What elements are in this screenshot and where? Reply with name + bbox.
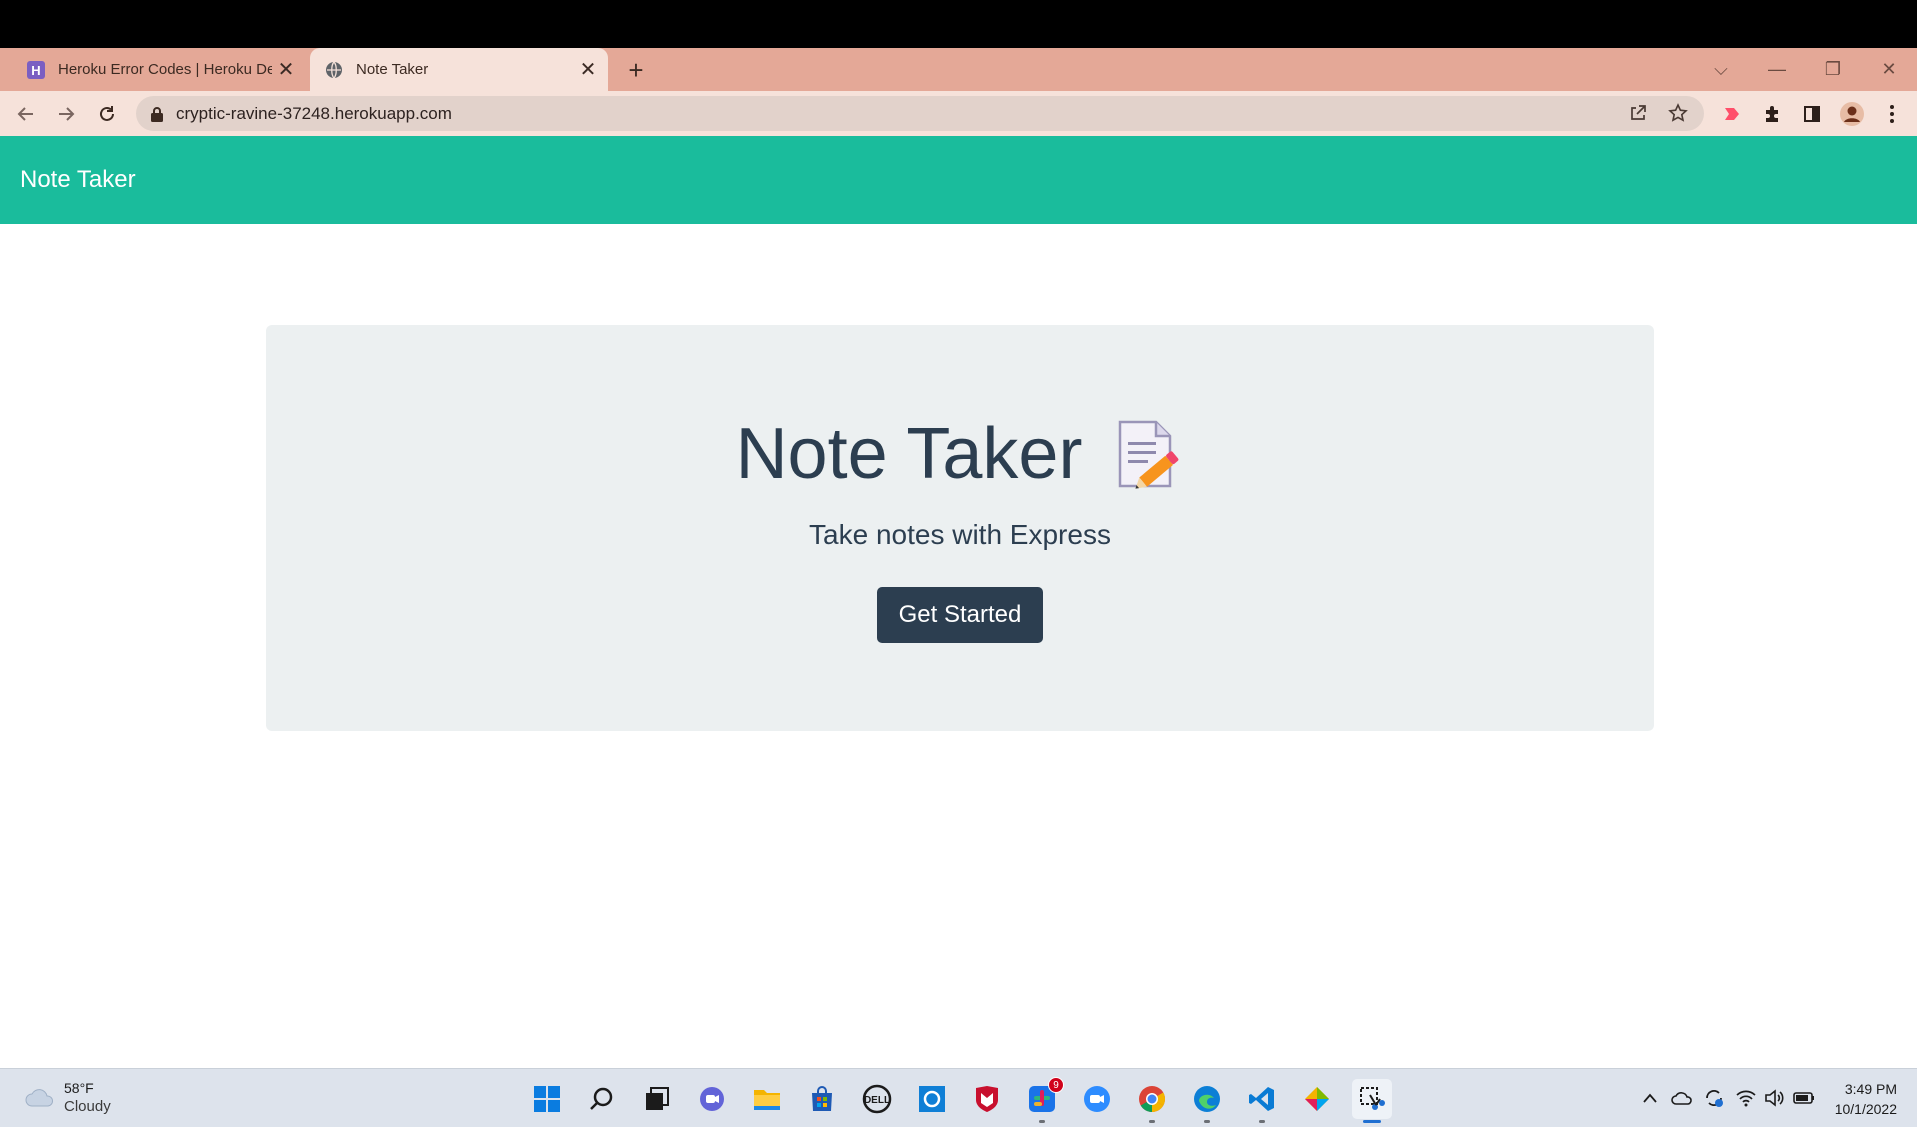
tab-strip: H Heroku Error Codes | Heroku Dev ✕ Note…	[0, 48, 1917, 91]
hero-title-row: Note Taker	[266, 413, 1654, 495]
hero-subtitle: Take notes with Express	[809, 519, 1111, 550]
tab-title: Heroku Error Codes | Heroku Dev	[58, 61, 272, 78]
globe-icon	[324, 60, 344, 80]
slack-icon[interactable]: 9	[1022, 1077, 1064, 1123]
clock-time: 3:49 PM	[1844, 1081, 1897, 1097]
svg-text:H: H	[31, 63, 40, 78]
onedrive-icon[interactable]	[1669, 1085, 1695, 1111]
mcafee-icon[interactable]	[967, 1079, 1007, 1119]
arrow-right-icon	[59, 107, 75, 121]
search-icon[interactable]	[582, 1079, 622, 1119]
battery-icon[interactable]	[1791, 1085, 1817, 1111]
task-view-icon[interactable]	[637, 1079, 677, 1119]
cortana-icon[interactable]	[912, 1079, 952, 1119]
app-navbar: Note Taker	[0, 136, 1917, 224]
system-clock[interactable]: 3:49 PM 10/1/2022	[1835, 1079, 1897, 1119]
extension-icon[interactable]	[1716, 98, 1748, 130]
tab-search-icon[interactable]: ⌵	[1693, 48, 1749, 91]
tab-note-taker[interactable]: Note Taker ✕	[310, 48, 608, 91]
file-explorer-icon[interactable]	[747, 1079, 787, 1119]
navbar-brand[interactable]: Note Taker	[20, 166, 136, 194]
chevron-up-icon[interactable]	[1637, 1085, 1663, 1111]
side-panel-icon[interactable]	[1796, 98, 1828, 130]
edge-icon[interactable]	[1187, 1079, 1227, 1123]
get-started-button[interactable]: Get Started	[876, 587, 1044, 643]
svg-text:DELL: DELL	[864, 1095, 890, 1106]
microsoft-store-icon[interactable]	[802, 1079, 842, 1119]
restore-button[interactable]: ❐	[1805, 48, 1861, 91]
close-tab-icon[interactable]: ✕	[272, 56, 300, 84]
windows-taskbar: 58°F Cloudy DELL 9 3:49 PM 10/1/2022	[0, 1068, 1917, 1127]
reload-button[interactable]	[91, 98, 123, 130]
zoom-icon[interactable]	[1077, 1079, 1117, 1119]
running-indicator	[1149, 1120, 1155, 1123]
dell-icon[interactable]: DELL	[857, 1079, 897, 1119]
url-text: cryptic-ravine-37248.herokuapp.com	[176, 103, 452, 123]
gitkraken-icon[interactable]	[1297, 1079, 1337, 1119]
more-menu-icon[interactable]	[1876, 98, 1908, 130]
weather-temp: 58°F	[64, 1080, 94, 1096]
minimize-button[interactable]: —	[1749, 48, 1805, 91]
profile-avatar-icon[interactable]	[1836, 98, 1868, 130]
close-window-button[interactable]: ✕	[1861, 48, 1917, 91]
back-button[interactable]	[10, 98, 42, 130]
active-indicator	[1363, 1120, 1381, 1123]
vscode-icon[interactable]	[1242, 1079, 1282, 1123]
close-tab-icon[interactable]: ✕	[574, 56, 602, 84]
notification-badge: 9	[1048, 1077, 1064, 1093]
browser-toolbar: cryptic-ravine-37248.herokuapp.com	[0, 91, 1917, 136]
teams-chat-icon[interactable]	[692, 1079, 732, 1119]
windows-start-icon[interactable]	[527, 1079, 567, 1119]
new-tab-button[interactable]: +	[620, 54, 652, 86]
weather-condition: Cloudy	[64, 1098, 111, 1115]
heroku-icon: H	[26, 60, 46, 80]
running-indicator	[1204, 1120, 1210, 1123]
running-indicator	[1039, 1120, 1045, 1123]
extensions-puzzle-icon[interactable]	[1756, 98, 1788, 130]
bookmark-star-icon[interactable]	[1662, 97, 1694, 129]
wifi-icon[interactable]	[1733, 1085, 1759, 1111]
running-indicator	[1259, 1120, 1265, 1123]
web-page: Note Taker Note Taker Take notes with Ex…	[0, 136, 1917, 1068]
hero-jumbotron: Note Taker Take notes with Express Get S…	[266, 325, 1654, 731]
sync-icon[interactable]	[1701, 1085, 1727, 1111]
cloud-icon	[24, 1086, 56, 1110]
volume-icon[interactable]	[1762, 1085, 1788, 1111]
weather-widget[interactable]: 58°F Cloudy	[24, 1079, 111, 1117]
snipping-tool-icon[interactable]	[1352, 1079, 1392, 1123]
forward-button[interactable]	[50, 98, 82, 130]
reload-icon	[100, 106, 114, 121]
tab-title: Note Taker	[356, 61, 429, 78]
hero-title: Note Taker	[735, 414, 1083, 494]
memo-icon	[1116, 418, 1184, 490]
arrow-left-icon	[17, 107, 33, 121]
tab-heroku-error-codes[interactable]: H Heroku Error Codes | Heroku Dev ✕	[0, 48, 306, 91]
chrome-icon[interactable]	[1132, 1079, 1172, 1123]
share-icon[interactable]	[1622, 97, 1654, 129]
clock-date: 10/1/2022	[1834, 1101, 1897, 1117]
lock-icon	[150, 106, 164, 122]
address-bar[interactable]: cryptic-ravine-37248.herokuapp.com	[136, 96, 1704, 131]
